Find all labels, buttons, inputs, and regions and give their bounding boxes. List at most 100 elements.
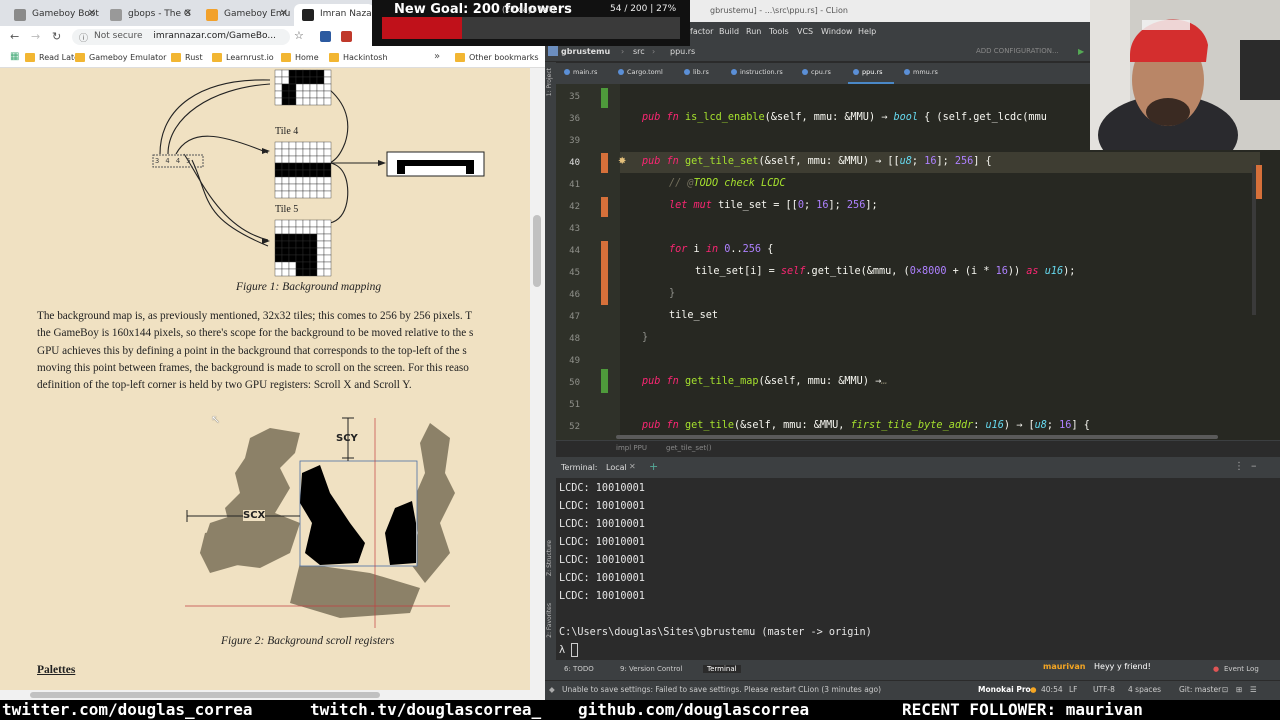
close-tab-icon[interactable]: ✕ — [280, 8, 288, 19]
breadcrumb-src[interactable]: src — [633, 47, 645, 56]
browser-tab-gbops[interactable]: gbops - The G ✕ — [102, 4, 198, 26]
code-line-46: } — [669, 288, 676, 299]
vcs-change-marker — [601, 197, 608, 217]
menu-help[interactable]: Help — [858, 27, 876, 36]
favorites-tool-tab[interactable]: 2: Favorites — [546, 603, 553, 638]
run-icon[interactable]: ▶ — [1078, 47, 1084, 56]
bookmark-rust[interactable]: Rust — [171, 53, 203, 62]
event-log-icon: ● — [1213, 665, 1220, 673]
code-token: u8 — [899, 156, 912, 167]
menu-run[interactable]: Run — [746, 27, 761, 36]
git-branch[interactable]: Git: master — [1179, 685, 1221, 694]
editor-horizontal-scrollbar[interactable] — [616, 435, 1218, 439]
tab-cargo-toml[interactable]: Cargo.toml — [618, 68, 663, 76]
page-scroll-thumb[interactable] — [533, 215, 541, 287]
page-horizontal-thumb[interactable] — [30, 692, 380, 698]
bookmark-read-later[interactable]: Read Later — [25, 53, 82, 62]
ide-title-text: gbrustemu] - ...\src\ppu.rs] - CLion — [710, 6, 848, 15]
tab-instruction-rs[interactable]: instruction.rs — [731, 68, 783, 76]
tab-cpu-rs[interactable]: cpu.rs — [802, 68, 831, 76]
breadcrumb-impl[interactable]: impl PPU — [616, 444, 647, 452]
bookmark-other[interactable]: Other bookmarks — [455, 53, 539, 62]
terminal-toolbar: Terminal: Local ✕ + ⋮ – — [556, 457, 1280, 478]
indent-setting[interactable]: 4 spaces — [1128, 685, 1161, 694]
terminal-line: LCDC: 10010001 — [559, 591, 645, 602]
close-tab-icon[interactable]: ✕ — [88, 8, 96, 19]
goal-progress-fill — [382, 17, 462, 39]
code-token: ]; — [936, 156, 955, 167]
line-number: 49 — [569, 356, 580, 366]
tab-ppu-rs[interactable]: ppu.rs — [853, 68, 883, 76]
version-control-tool-button[interactable]: 9: Version Control — [620, 665, 682, 673]
status-message[interactable]: Unable to save settings: Failed to save … — [562, 685, 881, 694]
page-vertical-scrollbar[interactable] — [530, 68, 545, 690]
terminal-line: LCDC: 10010001 — [559, 555, 645, 566]
code-token: 256 — [846, 200, 866, 211]
breadcrumb-file[interactable]: ppu.rs — [670, 47, 695, 56]
file-encoding[interactable]: UTF-8 — [1093, 685, 1115, 694]
tab-label: gbops - The G — [128, 9, 191, 19]
editor-breadcrumb-bar: impl PPU get_tile_set() — [556, 440, 1280, 457]
apps-icon[interactable]: ▦ — [10, 51, 19, 62]
menu-refactor[interactable]: factor — [690, 27, 713, 36]
bookmark-hackintosh[interactable]: Hackintosh — [329, 53, 388, 62]
code-token: self — [780, 266, 806, 277]
browser-tab-gameboy-boot[interactable]: Gameboy Boot ✕ — [6, 4, 102, 26]
git-icon[interactable]: ⊞ — [1236, 685, 1242, 694]
bookmark-home[interactable]: Home — [281, 53, 319, 62]
code-token: bool — [893, 112, 919, 123]
notifications-icon[interactable]: ☰ — [1250, 685, 1257, 694]
cursor-position[interactable]: 40:54 — [1041, 685, 1063, 694]
menu-build[interactable]: Build — [719, 27, 739, 36]
structure-tool-tab[interactable]: Z: Structure — [546, 540, 553, 576]
intention-bulb-icon[interactable]: ✸ — [618, 156, 626, 167]
forward-icon[interactable]: → — [31, 30, 40, 43]
line-number: 40 — [569, 158, 580, 168]
browser-tab-imran-nazar[interactable]: Imran Nazar: — [294, 4, 374, 26]
code-token: ; — [803, 200, 817, 211]
code-token: ); — [1063, 266, 1076, 277]
tab-lib-rs[interactable]: lib.rs — [684, 68, 709, 76]
add-configuration-button[interactable]: ADD CONFIGURATION... — [976, 47, 1059, 55]
browser-tab-gameboy-emu[interactable]: Gameboy Emu ✕ — [198, 4, 294, 26]
new-terminal-icon[interactable]: + — [649, 460, 658, 473]
breadcrumb-project[interactable]: gbrustemu — [561, 47, 610, 56]
extension-icon[interactable] — [320, 31, 331, 42]
lock-icon[interactable]: ⊡ — [1222, 685, 1228, 694]
theme-indicator[interactable]: Monokai Pro — [978, 685, 1031, 694]
code-line-50: pub fn get_tile_map(&self, mmu: &MMU) →… — [642, 376, 887, 387]
code-token: 16 — [924, 156, 937, 167]
code-token: .. — [730, 244, 743, 255]
todo-tool-button[interactable]: 6: TODO — [564, 665, 594, 673]
tab-mmu-rs[interactable]: mmu.rs — [904, 68, 938, 76]
menu-tools[interactable]: Tools — [769, 27, 789, 36]
terminal-prompt-path: C:\Users\douglas\Sites\gbrustemu (master… — [559, 627, 872, 638]
close-tab-icon[interactable]: ✕ — [184, 8, 192, 19]
breadcrumb-fn[interactable]: get_tile_set() — [666, 444, 712, 452]
terminal-tab-local[interactable]: Local — [606, 463, 627, 472]
extension-icon[interactable] — [341, 31, 352, 42]
minimize-terminal-icon[interactable]: – — [1251, 459, 1257, 472]
terminal-prompt-symbol: λ — [559, 645, 566, 656]
event-log-button[interactable]: Event Log — [1224, 665, 1259, 673]
project-tool-tab[interactable]: 1: Project — [546, 68, 553, 96]
code-token: (&self, mmu: &MMU) → [[ — [758, 156, 900, 167]
line-number: 39 — [569, 136, 580, 146]
menu-window[interactable]: Window — [821, 27, 853, 36]
bookmark-gameboy-emulator[interactable]: Gameboy Emulator — [75, 53, 166, 62]
bookmark-learnrust[interactable]: Learnrust.io — [212, 53, 274, 62]
terminal-cursor[interactable] — [571, 643, 578, 657]
tab-main-rs[interactable]: main.rs — [564, 68, 597, 76]
webcam-overlay — [1090, 0, 1280, 150]
bookmark-star-icon[interactable]: ☆ — [294, 29, 304, 42]
terminal-options-icon[interactable]: ⋮ — [1234, 461, 1244, 472]
bookmarks-more-icon[interactable]: » — [434, 51, 440, 62]
back-icon[interactable]: ← — [10, 30, 19, 43]
terminal-tool-button[interactable]: Terminal — [703, 665, 741, 673]
menu-vcs[interactable]: VCS — [797, 27, 813, 36]
close-terminal-tab-icon[interactable]: ✕ — [629, 462, 636, 471]
url-input[interactable]: ⓘ Not secure imrannazar.com/GameBo... — [72, 29, 290, 45]
line-separator[interactable]: LF — [1069, 685, 1078, 694]
code-token: ]; — [828, 200, 847, 211]
reload-icon[interactable]: ↻ — [52, 30, 61, 43]
